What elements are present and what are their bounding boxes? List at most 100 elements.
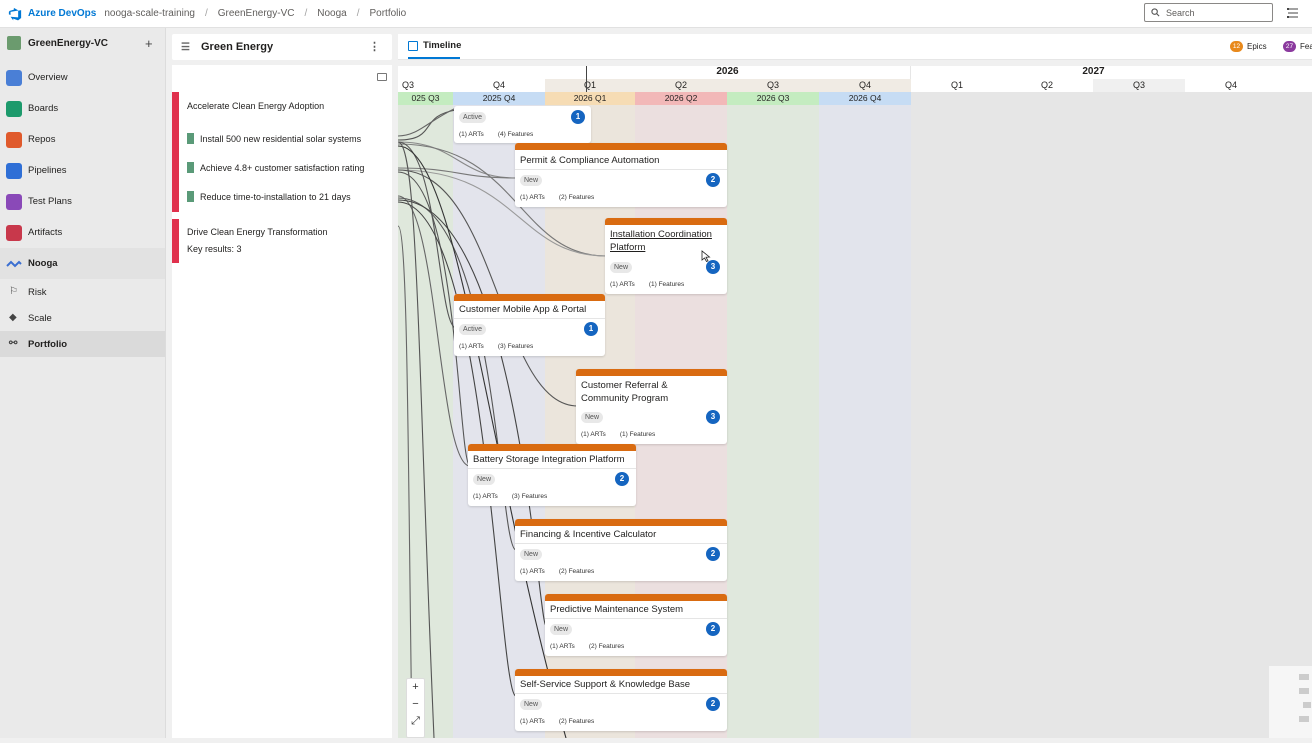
- epic-card[interactable]: Battery Storage Integration Platform New…: [468, 444, 636, 506]
- epic-card[interactable]: Active 1 (1) ARTs (4) Features: [454, 106, 591, 143]
- key-result-title: Install 500 new residential solar system…: [200, 133, 362, 144]
- status-badge: New: [520, 699, 543, 710]
- card-title[interactable]: Customer Mobile App & Portal: [459, 304, 586, 317]
- feature-count-badge: 1: [571, 110, 585, 124]
- brand-link[interactable]: Azure DevOps: [28, 8, 96, 19]
- more-options-icon[interactable]: ⋮: [369, 40, 380, 53]
- card-color-bar: [468, 444, 636, 451]
- breadcrumb-nooga[interactable]: Nooga: [317, 8, 346, 19]
- nav-portfolio[interactable]: ⚯ Portfolio: [0, 331, 165, 357]
- arts-count: (1) ARTs: [550, 643, 575, 650]
- user-settings-icon[interactable]: [1286, 6, 1300, 20]
- tab-underline: [408, 57, 460, 59]
- breadcrumb-separator: /: [356, 8, 360, 19]
- epic-card[interactable]: Self-Service Support & Knowledge Base Ne…: [515, 669, 727, 731]
- key-result-item[interactable]: Install 500 new residential solar system…: [187, 133, 361, 144]
- key-result-marker: [187, 191, 194, 202]
- tab-timeline[interactable]: Timeline: [408, 40, 461, 51]
- legend-features[interactable]: 27 Fea: [1283, 41, 1312, 52]
- project-selector[interactable]: GreenEnergy-VC +: [0, 28, 165, 58]
- epic-card[interactable]: Customer Referral & Community Program Ne…: [576, 369, 727, 444]
- status-badge: Active: [459, 324, 487, 335]
- portfolio-icon: ⚯: [9, 338, 18, 349]
- breadcrumb-portfolio[interactable]: Portfolio: [370, 8, 407, 19]
- nav-pipelines[interactable]: Pipelines: [0, 155, 165, 186]
- card-title[interactable]: Permit & Compliance Automation: [520, 155, 659, 168]
- feature-count-badge: 2: [706, 547, 720, 561]
- epic-card[interactable]: Permit & Compliance Automation New 2 (1)…: [515, 143, 727, 207]
- card-title[interactable]: Battery Storage Integration Platform: [473, 454, 625, 467]
- okr-title: Green Energy: [201, 41, 274, 53]
- breadcrumb-org[interactable]: nooga-scale-training: [104, 8, 195, 19]
- legend-count: 27: [1283, 41, 1296, 52]
- objective-color-bar: [172, 92, 179, 212]
- breadcrumb-separator: /: [204, 8, 208, 19]
- breadcrumb-project[interactable]: GreenEnergy-VC: [218, 8, 295, 19]
- card-color-bar: [454, 294, 605, 301]
- search-box[interactable]: Search: [1144, 3, 1273, 22]
- key-result-item[interactable]: Reduce time-to-installation to 21 days: [187, 191, 351, 202]
- zoom-out-button[interactable]: −: [407, 696, 424, 713]
- card-color-bar: [515, 143, 727, 150]
- project-name: GreenEnergy-VC: [28, 37, 109, 49]
- zoom-controls: + − ⤢: [406, 678, 425, 738]
- objective-item[interactable]: Drive Clean Energy Transformation Key re…: [172, 219, 392, 263]
- nav-boards[interactable]: Boards: [0, 93, 165, 124]
- nav-risk[interactable]: ⚐ Risk: [0, 279, 165, 305]
- card-title[interactable]: Predictive Maintenance System: [550, 604, 683, 617]
- arts-count: (1) ARTs: [459, 343, 484, 350]
- feature-count-badge: 2: [615, 472, 629, 486]
- fit-view-button[interactable]: ⤢: [407, 713, 424, 730]
- card-color-bar: [515, 519, 727, 526]
- nav-scale[interactable]: ◆ Scale: [0, 305, 165, 331]
- status-badge: New: [610, 262, 633, 273]
- arts-count: (1) ARTs: [473, 493, 498, 500]
- arts-count: (1) ARTs: [459, 131, 484, 138]
- list-icon: ☰: [181, 41, 190, 53]
- features-count: (2) Features: [558, 194, 595, 201]
- top-bar: Azure DevOps nooga-scale-training / Gree…: [0, 0, 1312, 28]
- nav-test-plans[interactable]: Test Plans: [0, 186, 165, 217]
- nav-overview[interactable]: Overview: [0, 62, 165, 93]
- timeline-tab-bar: Timeline 12 Epics 27 Fea: [398, 34, 1312, 60]
- add-icon[interactable]: +: [145, 36, 153, 51]
- features-count: (1) Features: [619, 431, 656, 438]
- mouse-cursor-icon: [701, 250, 711, 262]
- feature-count-badge: 2: [706, 697, 720, 711]
- nav-label: Test Plans: [28, 196, 72, 207]
- minimap[interactable]: [1269, 666, 1312, 738]
- nooga-icon: [6, 260, 22, 267]
- features-count: (3) Features: [511, 493, 548, 500]
- key-result-marker: [187, 133, 194, 144]
- epic-card[interactable]: Customer Mobile App & Portal Active 1 (1…: [454, 294, 605, 356]
- nav-nooga[interactable]: Nooga: [0, 248, 165, 279]
- search-placeholder: Search: [1166, 7, 1195, 18]
- epic-card[interactable]: Predictive Maintenance System New 2 (1) …: [545, 594, 727, 656]
- card-title[interactable]: Customer Referral & Community Program: [581, 380, 701, 405]
- nav-label: Boards: [28, 103, 59, 114]
- legend-epics[interactable]: 12 Epics: [1230, 41, 1267, 52]
- okr-header: ☰ Green Energy ⋮: [172, 34, 392, 60]
- flag-icon: ⚐: [9, 286, 18, 297]
- epic-card[interactable]: Financing & Incentive Calculator New 2 (…: [515, 519, 727, 581]
- timeline-icon: [408, 40, 418, 51]
- azure-devops-logo-icon[interactable]: [8, 7, 22, 21]
- feature-count-badge: 3: [706, 260, 720, 274]
- nav-artifacts[interactable]: Artifacts: [0, 217, 165, 248]
- objective-title: Drive Clean Energy Transformation: [187, 227, 328, 237]
- zoom-in-button[interactable]: +: [407, 679, 424, 696]
- status-badge: New: [473, 474, 496, 485]
- key-result-item[interactable]: Achieve 4.8+ customer satisfaction ratin…: [187, 162, 364, 173]
- collapse-panel-icon[interactable]: [377, 73, 387, 81]
- breadcrumb-separator: /: [304, 8, 308, 19]
- legend-count: 12: [1230, 41, 1243, 52]
- timeline-canvas[interactable]: 2026 2027 Q3 Q4 Q1 Q2 Q3 Q4 Q1 Q2 Q3 Q4 …: [398, 66, 1312, 738]
- card-title[interactable]: Financing & Incentive Calculator: [520, 529, 656, 542]
- status-badge: New: [550, 624, 573, 635]
- pipelines-icon: [6, 162, 22, 179]
- features-count: (4) Features: [497, 131, 534, 138]
- okr-panel: Accelerate Clean Energy Adoption Install…: [172, 65, 392, 738]
- nav-repos[interactable]: Repos: [0, 124, 165, 155]
- card-title[interactable]: Self-Service Support & Knowledge Base: [520, 679, 690, 692]
- objective-title: Accelerate Clean Energy Adoption: [187, 101, 325, 111]
